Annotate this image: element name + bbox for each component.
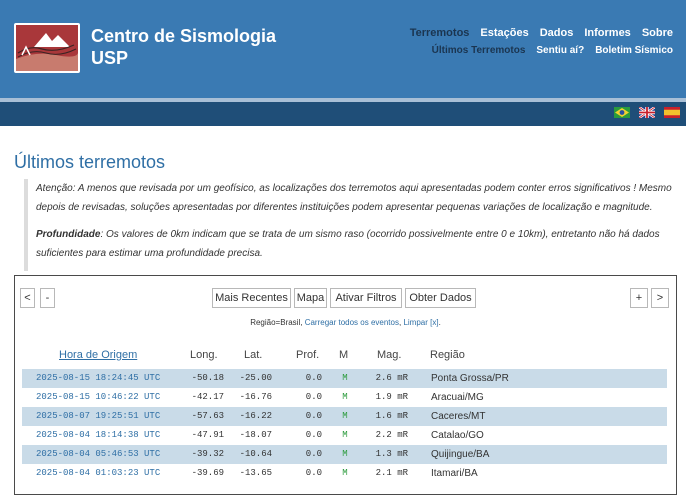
logo[interactable] [14,23,80,73]
latitude-cell: -16.76 [239,392,272,402]
subnav-boletim-sismico[interactable]: Boletim Sísmico [595,45,673,56]
depth-notice-label: Profundidade [36,229,101,240]
magnitude-cell: 2.6 mR [375,373,408,383]
m-cell: M [342,392,348,402]
get-data-button[interactable]: Obter Dados [405,288,476,308]
latitude-cell: -16.22 [239,411,272,421]
table-row[interactable]: 2025-08-04 05:46:53 UTC -39.32 -10.64 0.… [22,445,667,464]
m-cell: M [342,430,348,440]
language-selector [614,107,680,118]
header-depth: Prof. [296,349,320,361]
m-cell: M [342,411,348,421]
table-row[interactable]: 2025-08-15 18:24:45 UTC -50.18 -25.00 0.… [22,369,667,388]
site-title[interactable]: Centro de Sismologia USP [91,25,276,69]
header-m: M [339,349,349,361]
nav-informes[interactable]: Informes [584,27,630,39]
depth-cell: 0.0 [305,468,322,478]
origin-time-link[interactable]: 2025-08-04 05:46:53 UTC [36,445,160,464]
origin-time-link[interactable]: 2025-08-04 18:14:38 UTC [36,426,160,445]
longitude-cell: -50.18 [191,373,224,383]
longitude-cell: -39.32 [191,449,224,459]
header-magnitude: Mag. [377,349,402,361]
load-all-events-link[interactable]: Carregar todos os eventos [305,318,399,327]
region-cell: Quijingue/BA [431,449,490,460]
filter-summary: Região=Brasil, Carregar todos os eventos… [15,318,676,327]
depth-notice: Profundidade: Os valores de 0km indicam … [36,225,675,263]
depth-cell: 0.0 [305,373,322,383]
header-origin-time[interactable]: Hora de Origem [59,349,137,361]
map-button[interactable]: Mapa [294,288,327,308]
zoom-in-button[interactable]: + [630,288,648,308]
filter-region-text: Região=Brasil, [250,318,303,327]
site-title-line1: Centro de Sismologia [91,26,277,46]
filter-separator: , [398,318,402,327]
header-region: Região [430,349,465,361]
table-row[interactable]: 2025-08-04 18:14:38 UTC -47.91 -18.07 0.… [22,426,667,445]
notice-box: Atenção: A menos que revisada por um geo… [24,179,675,271]
origin-time-link[interactable]: 2025-08-15 18:24:45 UTC [36,369,160,388]
latitude-cell: -13.65 [239,468,272,478]
m-cell: M [342,373,348,383]
table-row[interactable]: 2025-08-07 19:25:51 UTC -57.63 -16.22 0.… [22,407,667,426]
origin-time-link[interactable]: 2025-08-04 01:03:23 UTC [36,464,160,483]
header-latitude: Lat. [244,349,263,361]
uk-flag-icon[interactable] [639,107,655,118]
longitude-cell: -57.63 [191,411,224,421]
depth-cell: 0.0 [305,411,322,421]
events-panel: < - Mais Recentes Mapa Ativar Filtros Ob… [14,275,677,495]
nav-sobre[interactable]: Sobre [642,27,673,39]
sub-nav: Últimos Terremotos Sentiu aí? Boletim Sí… [432,45,673,56]
longitude-cell: -42.17 [191,392,224,402]
nav-estacoes[interactable]: Estações [480,27,528,39]
table-row[interactable]: 2025-08-04 01:03:23 UTC -39.69 -13.65 0.… [22,464,667,483]
region-cell: Caceres/MT [431,411,486,422]
language-bar [0,102,686,126]
m-cell: M [342,449,348,459]
page-title: Últimos terremotos [14,152,166,172]
region-cell: Aracuai/MG [431,392,484,403]
site-title-line2: USP [91,48,129,68]
region-cell: Itamari/BA [431,468,478,479]
magnitude-cell: 2.2 mR [375,430,408,440]
depth-cell: 0.0 [305,449,322,459]
most-recent-button[interactable]: Mais Recentes [212,288,291,308]
main-nav: Terremotos Estações Dados Informes Sobre [410,27,673,39]
enable-filters-button[interactable]: Ativar Filtros [330,288,402,308]
longitude-cell: -39.69 [191,468,224,478]
filter-end: . [438,318,441,327]
header-longitude: Long. [190,349,218,361]
brazil-flag-icon[interactable] [614,107,630,118]
accuracy-notice: Atenção: A menos que revisada por um geo… [36,183,672,213]
magnitude-cell: 1.3 mR [375,449,408,459]
latitude-cell: -18.07 [239,430,272,440]
depth-cell: 0.0 [305,392,322,402]
zoom-out-button[interactable]: - [40,288,55,308]
table-header: Hora de Origem Long. Lat. Prof. M Mag. R… [15,349,676,365]
next-page-button[interactable]: > [651,288,669,308]
table-row[interactable]: 2025-08-15 10:46:22 UTC -42.17 -16.76 0.… [22,388,667,407]
longitude-cell: -47.91 [191,430,224,440]
region-cell: Catalao/GO [431,430,484,441]
spain-flag-icon[interactable] [664,107,680,118]
region-cell: Ponta Grossa/PR [431,373,509,384]
depth-notice-text: : Os valores de 0km indicam que se trata… [36,229,660,259]
latitude-cell: -25.00 [239,373,272,383]
seismograph-logo-icon [16,25,78,71]
magnitude-cell: 2.1 mR [375,468,408,478]
clear-filter-link[interactable]: Limpar [x] [403,318,438,327]
subnav-sentiu-ai[interactable]: Sentiu aí? [536,45,584,56]
magnitude-cell: 1.9 mR [375,392,408,402]
subnav-ultimos-terremotos[interactable]: Últimos Terremotos [432,45,526,56]
prev-page-button[interactable]: < [20,288,35,308]
nav-terremotos[interactable]: Terremotos [410,27,470,39]
m-cell: M [342,468,348,478]
latitude-cell: -10.64 [239,449,272,459]
site-header: Centro de Sismologia USP Terremotos Esta… [0,0,686,98]
origin-time-link[interactable]: 2025-08-07 19:25:51 UTC [36,407,160,426]
depth-cell: 0.0 [305,430,322,440]
nav-dados[interactable]: Dados [540,27,574,39]
magnitude-cell: 1.6 mR [375,411,408,421]
origin-time-link[interactable]: 2025-08-15 10:46:22 UTC [36,388,160,407]
